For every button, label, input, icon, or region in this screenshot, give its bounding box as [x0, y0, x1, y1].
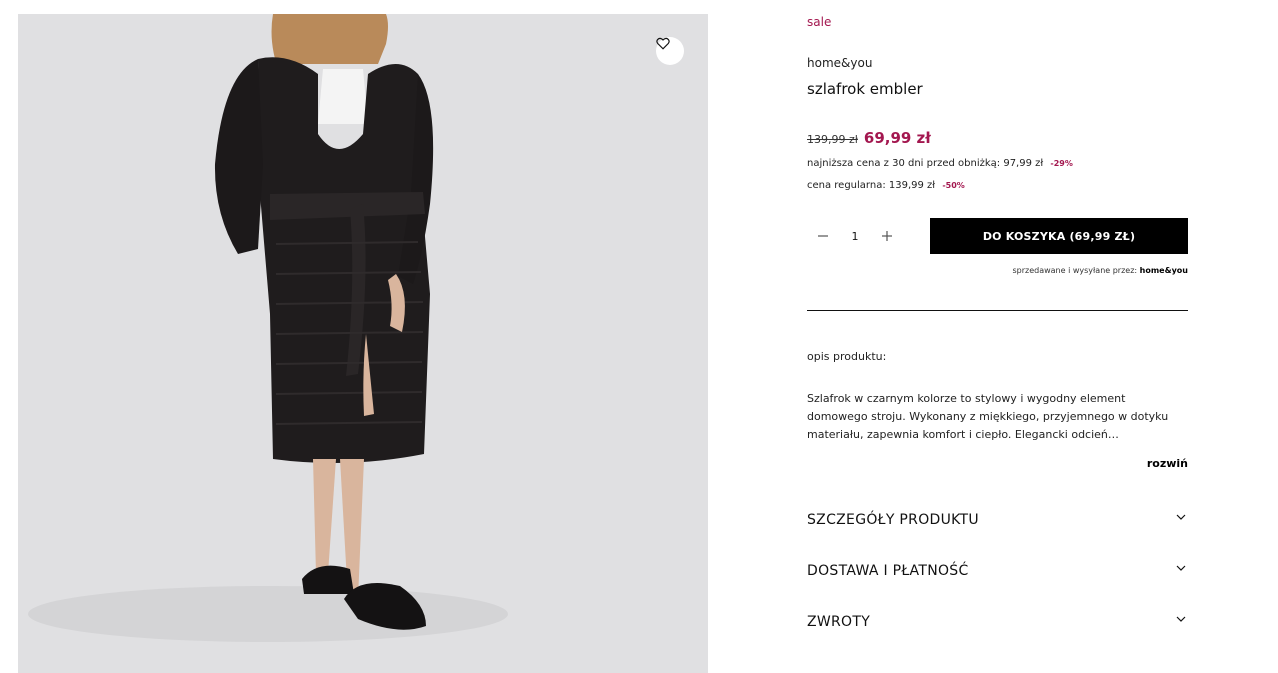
section-divider — [807, 310, 1188, 311]
add-to-cart-button[interactable]: DO KOSZYKA (69,99 ZŁ) — [930, 218, 1188, 254]
accordion-label: DOSTAWA I PŁATNOŚĆ — [807, 563, 969, 579]
regular-price-info: cena regularna: 139,99 zł -50% — [807, 180, 965, 191]
brand-link[interactable]: home&you — [807, 56, 872, 70]
seller-name[interactable]: home&you — [1140, 266, 1188, 275]
accordion-label: SZCZEGÓŁY PRODUKTU — [807, 512, 979, 528]
accordion-label: ZWROTY — [807, 614, 871, 630]
heart-icon — [656, 37, 670, 50]
description-title: opis produktu: — [807, 350, 887, 363]
product-photo — [28, 14, 508, 642]
minus-icon — [818, 235, 828, 237]
accordion-delivery-payment[interactable]: DOSTAWA I PŁATNOŚĆ — [807, 556, 1188, 586]
description-text: Szlafrok w czarnym kolorze to stylowy i … — [807, 392, 1169, 441]
accordion-product-details[interactable]: SZCZEGÓŁY PRODUKTU — [807, 505, 1188, 535]
chevron-down-icon — [1174, 510, 1188, 524]
accordion-returns[interactable]: ZWROTY — [807, 607, 1188, 637]
regular-discount-badge: -50% — [942, 181, 965, 190]
old-price: 139,99 zł — [807, 133, 858, 146]
decrease-quantity-button[interactable] — [807, 218, 839, 254]
product-image[interactable] — [18, 14, 708, 673]
expand-description-button[interactable]: rozwiń — [1147, 457, 1188, 470]
price-block: 139,99 zł 69,99 zł — [807, 129, 931, 147]
seller-prefix: sprzedawane i wysyłane przez: — [1012, 266, 1140, 275]
regular-price-text: cena regularna: 139,99 zł — [807, 180, 936, 191]
lowest-price-text: najniższa cena z 30 dni przed obniżką: 9… — [807, 158, 1044, 169]
sale-price: 69,99 zł — [863, 129, 931, 147]
sale-badge: sale — [807, 15, 832, 29]
chevron-down-icon — [1174, 612, 1188, 626]
quantity-stepper: 1 — [807, 218, 903, 254]
plus-icon — [882, 231, 892, 241]
lowest-price-info: najniższa cena z 30 dni przed obniżką: 9… — [807, 158, 1073, 169]
increase-quantity-button[interactable] — [871, 218, 903, 254]
wishlist-button[interactable] — [656, 37, 684, 65]
chevron-down-icon — [1174, 561, 1188, 575]
quantity-value[interactable]: 1 — [839, 230, 871, 243]
seller-info: sprzedawane i wysyłane przez: home&you — [1012, 266, 1188, 275]
product-name: szlafrok embler — [807, 80, 923, 98]
lowest-discount-badge: -29% — [1050, 159, 1073, 168]
